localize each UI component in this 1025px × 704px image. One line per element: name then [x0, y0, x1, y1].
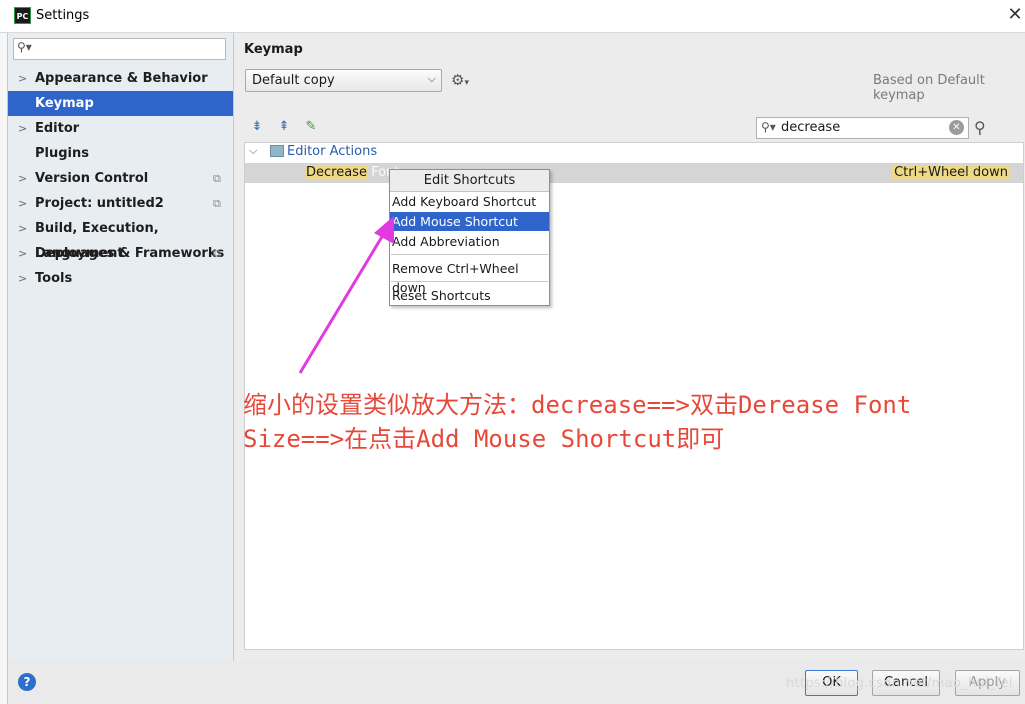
- keymap-dropdown[interactable]: Default copy ⌵: [245, 69, 442, 92]
- menu-header: Edit Shortcuts: [390, 170, 549, 192]
- background-window-edge: [0, 33, 8, 704]
- chevron-right-icon: >: [18, 272, 28, 285]
- chevron-right-icon: >: [18, 247, 28, 260]
- project-settings-icon: ⧉: [213, 197, 221, 210]
- search-icon: ⚲▾: [17, 40, 32, 54]
- find-shortcut-icon[interactable]: ⚲: [974, 118, 986, 137]
- project-settings-icon: ⧉: [213, 172, 221, 185]
- menu-divider: [391, 254, 548, 255]
- clear-search-icon[interactable]: ✕: [949, 120, 964, 135]
- pycharm-app-icon: PC: [14, 7, 31, 24]
- annotation-text: 缩小的设置类似放大方法：decrease==>双击Derease Font Si…: [243, 391, 912, 453]
- chevron-down-icon: ⌵: [249, 144, 258, 157]
- sidebar-item-tools[interactable]: > Tools: [8, 266, 233, 291]
- sidebar-item-editor[interactable]: > Editor: [8, 116, 233, 141]
- action-name-highlight: Decrease: [306, 165, 367, 180]
- expand-all-icon[interactable]: ⇟: [249, 119, 265, 135]
- sidebar-item-version-control[interactable]: > Version Control ⧉: [8, 166, 233, 191]
- sidebar-search-input[interactable]: ⚲▾: [13, 38, 226, 60]
- collapse-all-icon[interactable]: ⇞: [276, 119, 292, 135]
- sidebar-item-keymap[interactable]: Keymap: [8, 91, 233, 116]
- menu-item-add-mouse-shortcut[interactable]: Add Mouse Shortcut: [390, 212, 549, 231]
- tree-action-row[interactable]: Decrease Font Ctrl+Wheel down: [245, 163, 1023, 183]
- folder-icon: [270, 145, 284, 157]
- project-settings-icon: ⧉: [213, 247, 221, 260]
- shortcut-label: Ctrl+Wheel down: [892, 165, 1010, 180]
- menu-divider: [391, 281, 548, 282]
- edit-shortcuts-menu: Edit Shortcuts Add Keyboard Shortcut Add…: [389, 169, 550, 306]
- sidebar-item-languages[interactable]: > Languages & Frameworks ⧉: [8, 241, 233, 266]
- chevron-down-icon: ⌵: [427, 72, 436, 85]
- menu-item-add-abbreviation[interactable]: Add Abbreviation: [390, 232, 549, 251]
- based-on-label: Based on Default keymap: [873, 73, 985, 103]
- menu-item-reset-shortcuts[interactable]: Reset Shortcuts: [390, 286, 549, 305]
- sidebar-item-project[interactable]: > Project: untitled2 ⧉: [8, 191, 233, 216]
- sidebar-item-appearance-behavior[interactable]: > Appearance & Behavior: [8, 66, 233, 91]
- watermark-text: https://blog.csdn.net/mao_hui_fei: [786, 676, 1013, 691]
- sidebar-item-build[interactable]: > Build, Execution, Deployment: [8, 216, 233, 261]
- search-icon: ⚲▾: [761, 120, 776, 134]
- close-icon[interactable]: ✕: [1006, 4, 1024, 26]
- sidebar-item-plugins[interactable]: Plugins: [8, 141, 233, 166]
- annotation-arrow: [298, 216, 394, 374]
- title-bar: [0, 0, 1025, 33]
- keymap-search-input[interactable]: ⚲▾ decrease ✕: [756, 117, 969, 139]
- chevron-right-icon: >: [18, 122, 28, 135]
- menu-item-remove-shortcut[interactable]: Remove Ctrl+Wheel down: [390, 259, 549, 295]
- page-title: Keymap: [244, 42, 303, 57]
- help-icon[interactable]: ?: [18, 673, 36, 691]
- menu-item-add-keyboard-shortcut[interactable]: Add Keyboard Shortcut: [390, 192, 549, 211]
- chevron-right-icon: >: [18, 197, 28, 210]
- chevron-right-icon: >: [18, 172, 28, 185]
- chevron-right-icon: >: [18, 72, 28, 85]
- window-title: Settings: [36, 8, 90, 23]
- gear-icon[interactable]: ⚙▾: [451, 71, 469, 89]
- chevron-right-icon: >: [18, 222, 28, 235]
- edit-pencil-icon[interactable]: ✎: [303, 119, 319, 135]
- settings-sidebar: > Appearance & Behavior Keymap > Editor …: [8, 33, 234, 661]
